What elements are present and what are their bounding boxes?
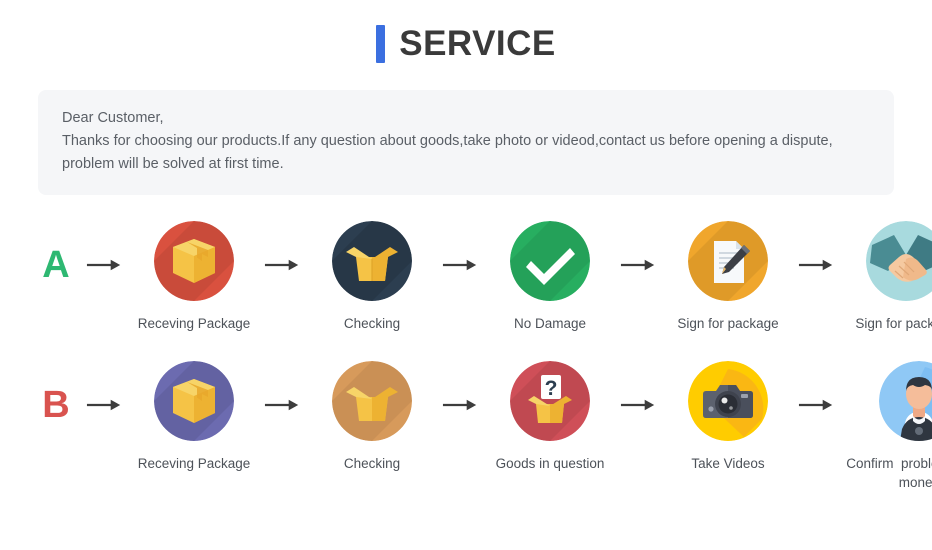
flow-row-b: B Receving Package Checking ? Goods in q… bbox=[0, 361, 932, 492]
notice-box: Dear Customer, Thanks for choosing our p… bbox=[38, 90, 894, 195]
page-title: SERVICE bbox=[0, 0, 932, 64]
arrow-right-icon bbox=[78, 221, 132, 273]
person-avatar-icon bbox=[879, 361, 932, 441]
flow-letter-a: A bbox=[42, 244, 70, 286]
flow-step[interactable]: Take Videos bbox=[666, 361, 790, 473]
arrow-right-icon bbox=[256, 221, 310, 273]
step-label: Receving Package bbox=[137, 316, 251, 331]
page-title-text: SERVICE bbox=[399, 24, 556, 63]
flow-step[interactable]: ? Goods in question bbox=[488, 361, 612, 473]
notice-line-2: Thanks for choosing our products.If any … bbox=[62, 133, 833, 149]
sign-document-icon bbox=[688, 221, 768, 301]
flow-row-a: A Receving Package Checking No Damage Si… bbox=[0, 221, 932, 333]
open-box-icon bbox=[332, 221, 412, 301]
step-label: Confirm problem,refund money bbox=[846, 456, 932, 490]
closed-box-icon bbox=[154, 221, 234, 301]
arrow-right-icon bbox=[78, 361, 132, 413]
flow-step[interactable]: Checking bbox=[310, 361, 434, 473]
notice-line-1: Dear Customer, bbox=[62, 110, 164, 126]
open-box-icon bbox=[332, 361, 412, 441]
check-mark-icon bbox=[510, 221, 590, 301]
step-label: Checking bbox=[343, 316, 401, 331]
title-accent-bar bbox=[376, 25, 386, 63]
step-label: No Damage bbox=[513, 316, 587, 331]
flow-letter-b: B bbox=[42, 384, 70, 426]
flow-step[interactable]: Checking bbox=[310, 221, 434, 333]
arrow-right-icon bbox=[434, 221, 488, 273]
closed-box-icon bbox=[154, 361, 234, 441]
arrow-right-icon bbox=[790, 361, 844, 413]
handshake-icon bbox=[866, 221, 932, 301]
flow-step[interactable]: Sign for package bbox=[844, 221, 932, 333]
svg-text:?: ? bbox=[545, 377, 558, 400]
step-label: Sign for package bbox=[677, 316, 779, 331]
flow-step[interactable]: Confirm problem,refund money bbox=[844, 361, 932, 492]
arrow-right-icon bbox=[256, 361, 310, 413]
notice-line-3: problem will be solved at first time. bbox=[62, 156, 284, 172]
arrow-right-icon bbox=[612, 221, 666, 273]
arrow-right-icon bbox=[790, 221, 844, 273]
question-box-icon: ? bbox=[510, 361, 590, 441]
flow-step[interactable]: Receving Package bbox=[132, 361, 256, 473]
step-label: Checking bbox=[343, 456, 401, 471]
flow-step[interactable]: Receving Package bbox=[132, 221, 256, 333]
step-label: Sign for package bbox=[855, 316, 932, 331]
step-label: Goods in question bbox=[495, 456, 605, 471]
step-label: Receving Package bbox=[137, 456, 251, 471]
arrow-right-icon bbox=[612, 361, 666, 413]
camera-icon bbox=[688, 361, 768, 441]
flow-step[interactable]: No Damage bbox=[488, 221, 612, 333]
flow-step[interactable]: Sign for package bbox=[666, 221, 790, 333]
arrow-right-icon bbox=[434, 361, 488, 413]
step-label: Take Videos bbox=[691, 456, 765, 471]
service-page: SERVICE Dear Customer, Thanks for choosi… bbox=[0, 0, 932, 550]
